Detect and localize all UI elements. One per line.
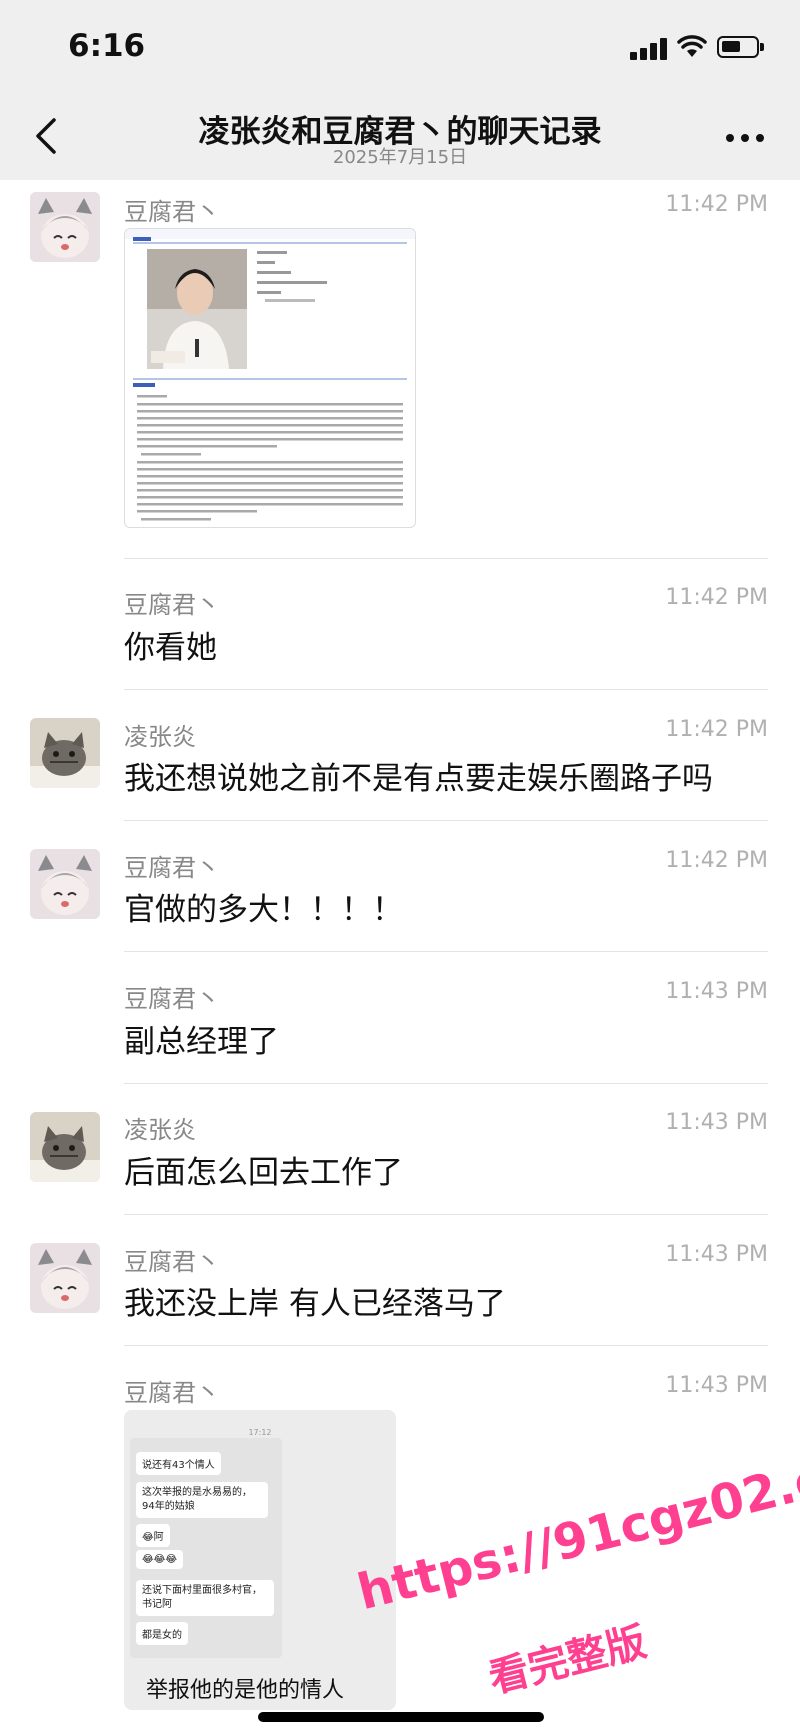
message-time: 11:43 PM	[665, 979, 768, 1004]
screenshot-caption: 举报他的是他的情人	[146, 1678, 345, 1703]
sender-name: 豆腐君丶	[124, 591, 220, 619]
message-divider	[124, 820, 768, 821]
message-time: 11:42 PM	[665, 717, 768, 742]
message-divider	[124, 1083, 768, 1084]
message-time: 11:43 PM	[665, 1242, 768, 1267]
avatar[interactable]	[30, 1112, 100, 1182]
chat-date: 2025年7月15日	[332, 147, 468, 168]
message-divider	[124, 1214, 768, 1215]
battery-icon	[717, 36, 764, 58]
avatar[interactable]	[30, 718, 100, 788]
sender-name: 豆腐君丶	[124, 198, 220, 226]
message-text: 后面怎么回去工作了	[124, 1155, 403, 1191]
message-divider	[124, 689, 768, 690]
message-time: 11:42 PM	[665, 192, 768, 217]
avatar[interactable]	[30, 849, 100, 919]
sender-name: 凌张炎	[124, 1116, 196, 1144]
sender-name: 豆腐君丶	[124, 1379, 220, 1407]
status-bar: 6:16	[0, 0, 800, 96]
message-text: 你看她	[124, 630, 217, 666]
message-time: 11:43 PM	[665, 1110, 768, 1135]
home-indicator[interactable]	[258, 1712, 544, 1722]
avatar[interactable]	[30, 1243, 100, 1313]
sender-name: 凌张炎	[124, 723, 196, 751]
screenshot-bubble: 😂😂😂	[136, 1550, 184, 1569]
image-attachment[interactable]: 17:12 说还有43个情人 这次举报的是水易易的，94年的姑娘 😂阿 😂😂😂 …	[124, 1410, 396, 1710]
sender-name: 豆腐君丶	[124, 985, 220, 1013]
message-text: 我还没上岸 有人已经落马了	[124, 1286, 506, 1322]
screenshot-bubble: 还说下面村里面很多村官，书记阿	[136, 1580, 274, 1616]
message-divider	[124, 558, 768, 559]
screenshot-header-time: 17:12	[248, 1428, 272, 1437]
message-divider	[124, 951, 768, 952]
watermark-caption: 看完整版	[484, 1618, 651, 1703]
message-divider	[124, 1345, 768, 1346]
cellular-signal-icon	[630, 36, 668, 60]
message-text: 我还想说她之前不是有点要走娱乐圈路子吗	[124, 761, 713, 797]
screenshot-bubble: 都是女的	[136, 1622, 188, 1645]
screenshot-bubble: 这次举报的是水易易的，94年的姑娘	[136, 1482, 268, 1518]
avatar[interactable]	[30, 192, 100, 262]
screenshot-bubble: 😂阿	[136, 1524, 170, 1547]
image-attachment[interactable]	[124, 228, 416, 528]
nav-bar: 凌张炎和豆腐君丶的聊天记录 2025年7月15日	[0, 96, 800, 180]
sender-name: 豆腐君丶	[124, 854, 220, 882]
message-text: 官做的多大！！！！	[124, 892, 403, 928]
watermark-url: https://91cgz02.com	[352, 1429, 800, 1622]
status-time: 6:16	[68, 28, 146, 64]
message-time: 11:42 PM	[665, 848, 768, 873]
message-time: 11:43 PM	[665, 1373, 768, 1398]
message-text: 副总经理了	[124, 1024, 279, 1060]
wifi-icon	[677, 35, 707, 57]
more-options-icon[interactable]	[726, 134, 766, 144]
screenshot-bubble: 说还有43个情人	[136, 1452, 221, 1475]
message-time: 11:42 PM	[665, 585, 768, 610]
sender-name: 豆腐君丶	[124, 1248, 220, 1276]
